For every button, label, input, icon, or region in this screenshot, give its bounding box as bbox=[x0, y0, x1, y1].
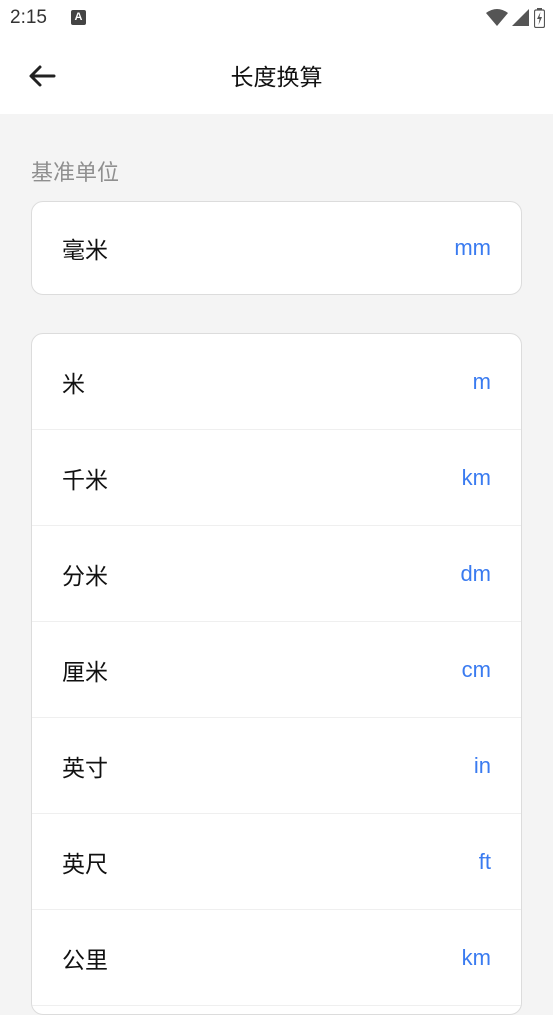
unit-symbol: dm bbox=[460, 560, 491, 586]
status-time: 2:15 bbox=[10, 7, 47, 28]
unit-symbol: m bbox=[472, 368, 491, 394]
unit-row-inch[interactable]: 英寸 in bbox=[32, 718, 521, 814]
unit-row-centimeter[interactable]: 厘米 cm bbox=[32, 622, 521, 718]
page-title: 长度换算 bbox=[230, 65, 323, 91]
unit-list-card: 米 m 千米 km 分米 dm 厘米 cm 英寸 in 英尺 ft 公里 km bbox=[31, 333, 522, 1015]
status-bar: 2:15 A bbox=[0, 0, 553, 36]
cellular-signal-icon bbox=[512, 9, 529, 26]
base-unit-card: 毫米 mm bbox=[31, 201, 522, 295]
unit-symbol: ft bbox=[478, 848, 491, 874]
unit-symbol: km bbox=[461, 464, 491, 490]
unit-row-kilometer[interactable]: 千米 km bbox=[32, 430, 521, 526]
app-bar: 长度换算 bbox=[0, 36, 553, 114]
unit-name: 毫米 bbox=[62, 238, 108, 264]
unit-name: 英寸 bbox=[62, 755, 108, 782]
unit-name: 米 bbox=[62, 371, 85, 398]
unit-name: 分米 bbox=[62, 563, 108, 590]
unit-row-meter[interactable]: 米 m bbox=[32, 334, 521, 430]
battery-icon bbox=[534, 8, 545, 28]
wifi-icon bbox=[486, 9, 508, 26]
base-unit-row[interactable]: 毫米 mm bbox=[32, 202, 521, 294]
unit-symbol: cm bbox=[461, 656, 491, 682]
unit-symbol: km bbox=[461, 944, 491, 970]
unit-name: 千米 bbox=[62, 467, 108, 494]
unit-name: 英尺 bbox=[62, 851, 108, 878]
unit-row-decimeter[interactable]: 分米 dm bbox=[32, 526, 521, 622]
notification-a-icon: A bbox=[71, 10, 86, 25]
section-label-base-unit: 基准单位 bbox=[31, 161, 120, 186]
status-icons bbox=[486, 8, 545, 28]
unit-symbol: in bbox=[473, 752, 491, 778]
unit-name: 公里 bbox=[62, 947, 108, 974]
unit-row-gongli[interactable]: 公里 km bbox=[32, 910, 521, 1006]
unit-name: 厘米 bbox=[62, 659, 108, 686]
unit-symbol: mm bbox=[454, 235, 491, 260]
unit-row-foot[interactable]: 英尺 ft bbox=[32, 814, 521, 910]
